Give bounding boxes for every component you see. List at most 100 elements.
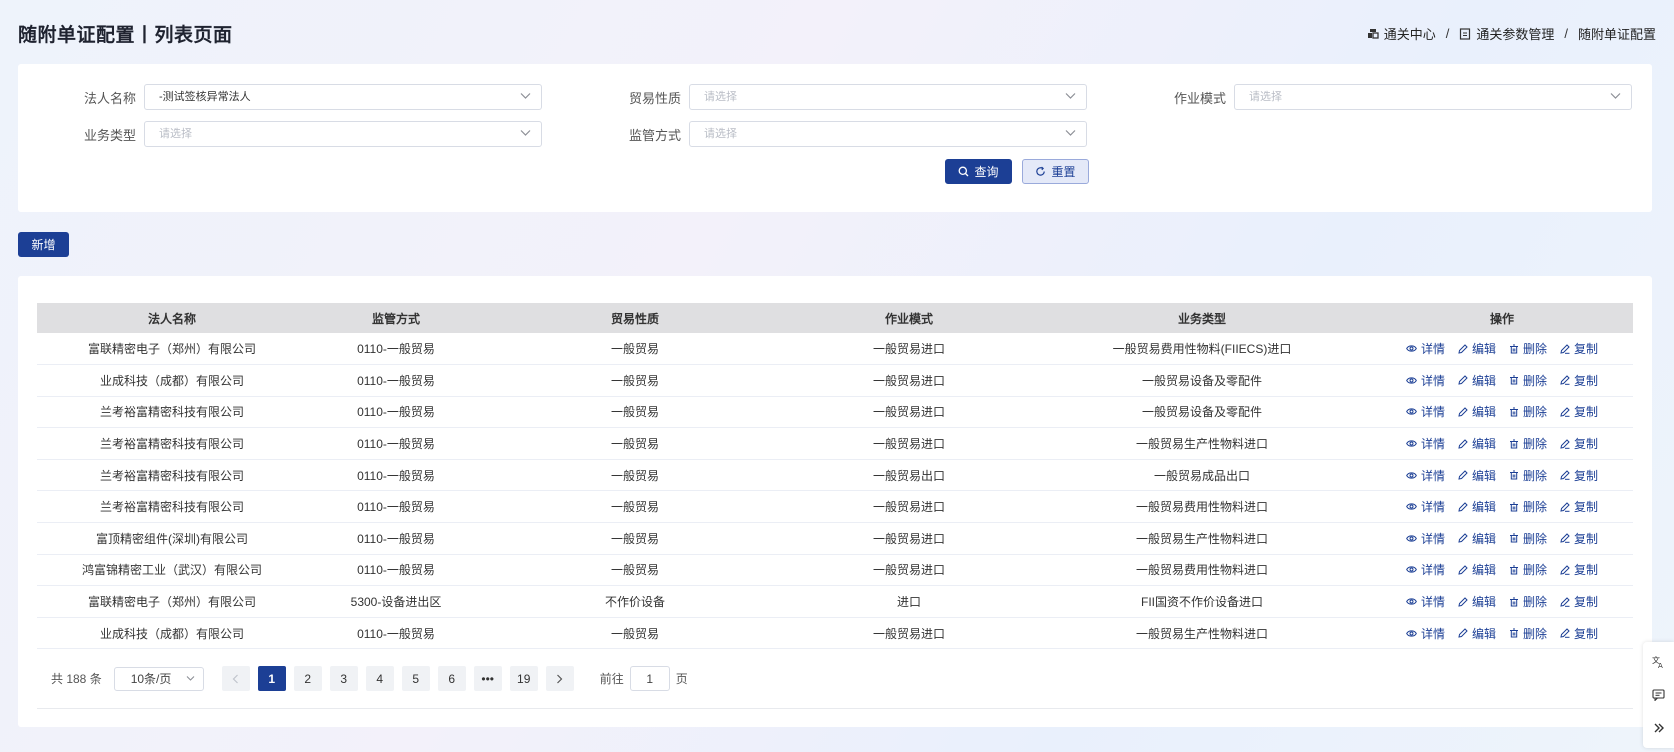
detail-link[interactable]: 详情 — [1406, 435, 1445, 452]
copy-label: 复制 — [1574, 563, 1599, 578]
supervision-label: 监管方式 — [628, 127, 681, 143]
edit-link[interactable]: 编辑 — [1458, 372, 1496, 389]
trade-nature-select[interactable]: 请选择 — [689, 84, 1087, 110]
page-button[interactable]: 4 — [365, 666, 394, 691]
copy-link[interactable]: 复制 — [1560, 435, 1598, 452]
add-button[interactable]: 新增 — [18, 232, 69, 257]
copy-link[interactable]: 复制 — [1560, 340, 1598, 357]
detail-link[interactable]: 详情 — [1406, 498, 1445, 515]
copy-link[interactable]: 复制 — [1560, 372, 1598, 389]
page-button[interactable]: 19 — [509, 666, 538, 691]
cell-legal-name: 兰考裕富精密科技有限公司 — [37, 396, 307, 429]
detail-link[interactable]: 详情 — [1406, 625, 1445, 642]
eye-icon — [1406, 535, 1417, 542]
edit-link[interactable]: 编辑 — [1458, 435, 1496, 452]
trash-icon — [1510, 565, 1518, 575]
column-header-legal-name: 法人名称 — [37, 303, 307, 333]
detail-link[interactable]: 详情 — [1406, 467, 1445, 484]
edit-link[interactable]: 编辑 — [1458, 530, 1496, 547]
edit-link[interactable]: 编辑 — [1458, 593, 1496, 610]
detail-link[interactable]: 详情 — [1406, 340, 1445, 357]
cell-business-type: 一般贸易生产性物料进口 — [1033, 427, 1371, 460]
detail-link[interactable]: 详情 — [1406, 530, 1445, 547]
cell-trade-nature: 一般贸易 — [485, 364, 785, 397]
edit-link[interactable]: 编辑 — [1458, 340, 1496, 357]
goto-page-input[interactable] — [629, 666, 670, 691]
page-button[interactable]: 2 — [293, 666, 322, 691]
pagination: 共 188 条 10条/页 123456 ••• 19 前往 页 — [51, 666, 688, 691]
cell-trade-nature: 一般贸易 — [485, 490, 785, 524]
copy-icon — [1560, 438, 1570, 449]
detail-link[interactable]: 详情 — [1406, 403, 1445, 420]
edit-link[interactable]: 编辑 — [1458, 625, 1496, 642]
copy-link[interactable]: 复制 — [1560, 530, 1598, 547]
delete-link[interactable]: 删除 — [1509, 372, 1547, 389]
copy-link[interactable]: 复制 — [1560, 467, 1598, 484]
translate-icon[interactable]: 文A — [1649, 652, 1669, 672]
reset-button[interactable]: 重置 — [1022, 159, 1089, 184]
table-row: 富联精密电子（郑州）有限公司 0110-一般贸易 一般贸易 一般贸易进口 一般贸易费用性… — [37, 333, 1633, 366]
delete-link[interactable]: 删除 — [1509, 561, 1547, 578]
detail-link[interactable]: 详情 — [1406, 593, 1445, 610]
trash-icon — [1510, 344, 1518, 354]
edit-label: 编辑 — [1471, 342, 1496, 357]
work-mode-select[interactable]: 请选择 — [1234, 84, 1632, 110]
breadcrumb-item-1[interactable]: 通关中心 — [1367, 24, 1436, 43]
table-panel: 法人名称 监管方式 贸易性质 作业模式 业务类型 操作 富联精密电子（郑州）有限… — [18, 276, 1652, 727]
total-count: 共 188 条 — [51, 672, 102, 686]
page-button[interactable]: 3 — [329, 666, 358, 691]
copy-link[interactable]: 复制 — [1560, 403, 1598, 420]
detail-link[interactable]: 详情 — [1406, 372, 1445, 389]
next-page-button[interactable] — [545, 666, 574, 691]
reset-button-label: 重置 — [1051, 165, 1076, 179]
legal-name-label: 法人名称 — [83, 90, 136, 106]
prev-page-button[interactable] — [221, 666, 250, 691]
page-size-select[interactable]: 10条/页 — [113, 666, 204, 691]
edit-link[interactable]: 编辑 — [1458, 467, 1496, 484]
detail-label: 详情 — [1420, 437, 1445, 452]
delete-link[interactable]: 删除 — [1509, 435, 1547, 452]
data-table: 法人名称 监管方式 贸易性质 作业模式 业务类型 操作 富联精密电子（郑州）有限… — [37, 303, 1633, 650]
edit-link[interactable]: 编辑 — [1458, 403, 1496, 420]
supervision-select[interactable]: 请选择 — [689, 121, 1087, 147]
edit-icon — [1458, 596, 1468, 607]
cell-legal-name: 鸿富锦精密工业（武汉）有限公司 — [37, 554, 307, 587]
cell-work-mode: 一般贸易进口 — [785, 617, 1033, 650]
cell-business-type: 一般贸易费用性物料进口 — [1033, 490, 1371, 524]
page-button[interactable]: 5 — [401, 666, 430, 691]
delete-link[interactable]: 删除 — [1509, 498, 1547, 515]
page-button[interactable]: 6 — [437, 666, 466, 691]
cell-business-type: 一般贸易设备及零配件 — [1033, 364, 1371, 397]
copy-link[interactable]: 复制 — [1560, 498, 1598, 515]
delete-link[interactable]: 删除 — [1509, 467, 1547, 484]
collapse-icon[interactable] — [1649, 718, 1669, 738]
row-actions: 详情 编辑 删除 复制 — [1371, 403, 1633, 420]
copy-link[interactable]: 复制 — [1560, 593, 1598, 610]
chevron-down-icon — [186, 675, 195, 681]
delete-link[interactable]: 删除 — [1509, 340, 1547, 357]
filter-work-mode: 作业模式 请选择 — [1166, 84, 1632, 110]
cell-work-mode: 一般贸易进口 — [785, 427, 1033, 460]
query-button[interactable]: 查询 — [945, 159, 1012, 184]
delete-link[interactable]: 删除 — [1509, 593, 1547, 610]
delete-link[interactable]: 删除 — [1509, 530, 1547, 547]
breadcrumb-item-2[interactable]: 通关参数管理 — [1459, 24, 1554, 43]
delete-link[interactable]: 删除 — [1509, 625, 1547, 642]
copy-icon — [1560, 343, 1570, 354]
copy-link[interactable]: 复制 — [1560, 625, 1598, 642]
business-type-select[interactable]: 请选择 — [144, 121, 542, 147]
message-icon[interactable] — [1649, 685, 1669, 705]
edit-link[interactable]: 编辑 — [1458, 561, 1496, 578]
copy-link[interactable]: 复制 — [1560, 561, 1598, 578]
page-button[interactable]: 1 — [257, 666, 286, 691]
legal-name-select[interactable]: -测试签核异常法人 — [144, 84, 542, 110]
edit-link[interactable]: 编辑 — [1458, 498, 1496, 515]
eye-icon — [1406, 566, 1417, 574]
cell-legal-name: 富顶精密组件(深圳)有限公司 — [37, 522, 307, 555]
cell-supervision: 0110-一般贸易 — [307, 459, 485, 492]
cell-actions: 详情 编辑 删除 复制 — [1371, 459, 1633, 492]
edit-label: 编辑 — [1471, 437, 1496, 452]
page-ellipsis[interactable]: ••• — [473, 666, 502, 691]
detail-link[interactable]: 详情 — [1406, 561, 1445, 578]
delete-link[interactable]: 删除 — [1509, 403, 1547, 420]
